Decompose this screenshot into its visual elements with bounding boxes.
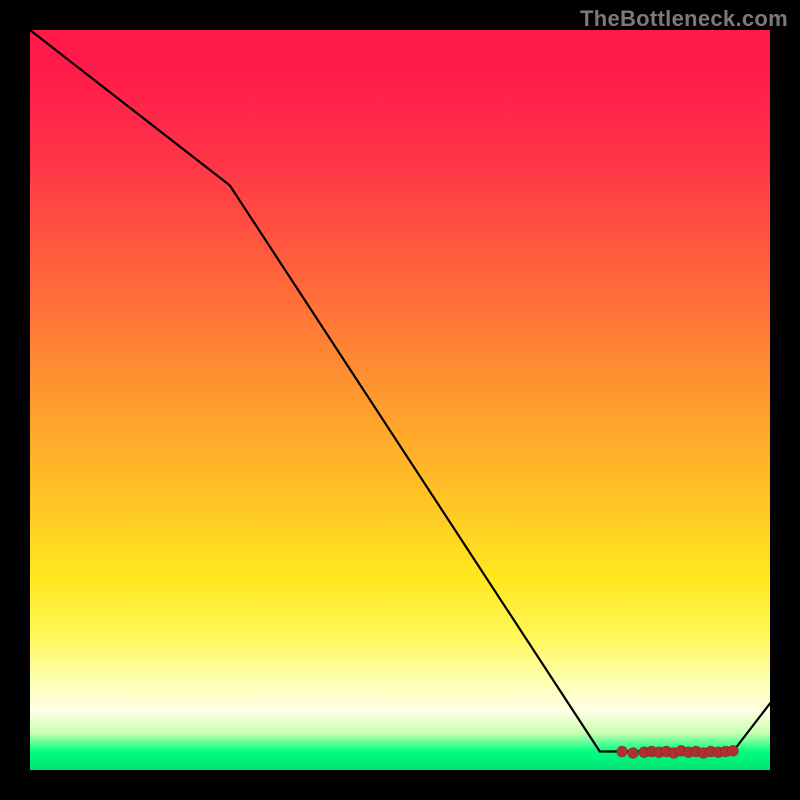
data-point [617, 746, 628, 757]
plot-svg [30, 30, 770, 770]
watermark-text: TheBottleneck.com [580, 6, 788, 32]
plot-area [30, 30, 770, 770]
data-point [728, 745, 739, 756]
data-markers [617, 745, 739, 758]
chart-stage: TheBottleneck.com [0, 0, 800, 800]
data-point [628, 748, 639, 759]
data-curve [30, 30, 770, 752]
